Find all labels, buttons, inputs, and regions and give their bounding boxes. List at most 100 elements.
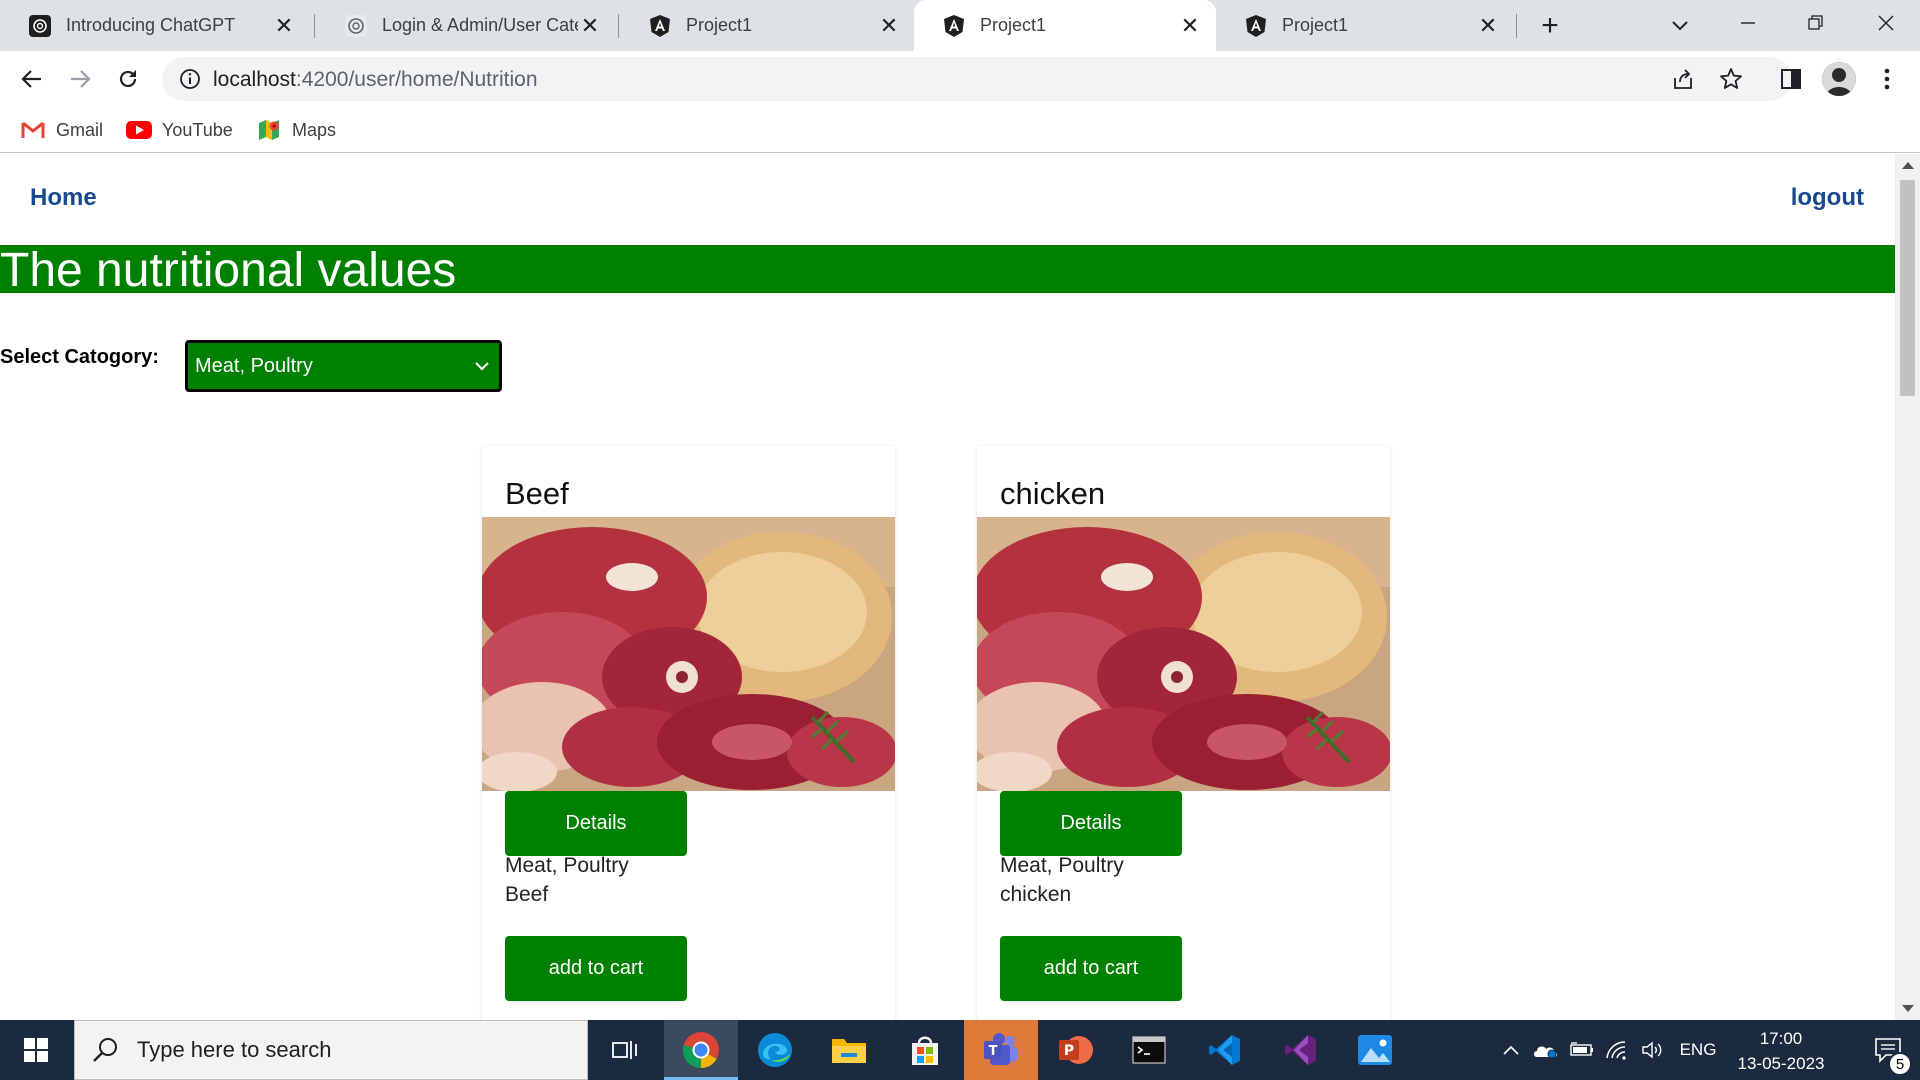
tab-introducing-chatgpt[interactable]: Introducing ChatGPT ✕ <box>0 0 310 51</box>
taskbar-clock[interactable]: 17:00 13-05-2023 <box>1726 1026 1836 1076</box>
new-tab-plus-icon[interactable]: + <box>1532 8 1568 44</box>
angular-icon <box>942 14 966 38</box>
minimize-icon[interactable] <box>1714 0 1782 46</box>
photos-taskbar-icon[interactable] <box>1338 1020 1412 1080</box>
nav-logout-link[interactable]: logout <box>1791 184 1864 212</box>
close-icon[interactable]: ✕ <box>877 13 901 38</box>
close-icon[interactable]: ✕ <box>1476 13 1500 38</box>
nav-home-link[interactable]: Home <box>30 184 97 212</box>
windows-taskbar: Type here to search T P ENG 17:00 13-05-… <box>0 1020 1920 1080</box>
tab-login-admin[interactable]: Login & Admin/User Cate ✕ <box>316 0 616 51</box>
tray-overflow-chevron-icon[interactable] <box>1496 1020 1526 1080</box>
battery-icon[interactable] <box>1566 1020 1596 1080</box>
notifications-icon[interactable]: 5 <box>1856 1020 1920 1080</box>
card-item-name: Beef <box>505 883 549 906</box>
category-select-value: Meat, Poultry <box>195 355 313 377</box>
card-item-name: chicken <box>1000 883 1072 906</box>
bookmark-gmail[interactable]: Gmail <box>20 116 103 144</box>
angular-icon <box>648 14 672 38</box>
page-viewport: Home logout The nutritional values Selec… <box>0 154 1895 1020</box>
url-path: :4200/user/home/Nutrition <box>295 68 538 91</box>
tab-title: Project1 <box>1282 15 1349 35</box>
side-panel-icon[interactable] <box>1774 62 1808 96</box>
tab-project1-b[interactable]: Project1 ✕ <box>1216 0 1514 51</box>
meat-poultry-image <box>977 517 1390 791</box>
close-icon[interactable]: ✕ <box>272 13 296 38</box>
tab-divider <box>314 14 315 38</box>
teams-taskbar-icon[interactable]: T <box>964 1020 1038 1080</box>
tab-search-chevron-icon[interactable] <box>1662 8 1698 44</box>
bookmark-maps[interactable]: Maps <box>256 116 336 144</box>
card-category: Meat, Poultry <box>505 854 629 877</box>
back-arrow-icon[interactable] <box>12 61 52 97</box>
card-title: Beef <box>505 476 569 511</box>
taskbar-search-box[interactable]: Type here to search <box>74 1020 588 1080</box>
chevron-down-icon <box>475 362 489 371</box>
url-text[interactable]: localhost:4200/user/home/Nutrition <box>213 68 538 92</box>
category-select[interactable]: Meat, Poultry <box>185 340 502 392</box>
visual-studio-taskbar-icon[interactable] <box>1264 1020 1338 1080</box>
close-icon[interactable]: ✕ <box>1178 13 1202 38</box>
reload-icon[interactable] <box>108 61 148 97</box>
card-category: Meat, Poultry <box>1000 854 1124 877</box>
openai-icon <box>344 14 368 38</box>
clock-date: 13-05-2023 <box>1737 1054 1825 1073</box>
task-view-icon[interactable] <box>588 1020 662 1080</box>
menu-dots-icon[interactable] <box>1870 62 1904 96</box>
details-button[interactable]: Details <box>1000 791 1182 856</box>
gmail-icon <box>20 120 46 140</box>
tab-title: Login & Admin/User Cate <box>382 15 578 35</box>
bookmarks-bar: Gmail YouTube Maps <box>0 107 1920 153</box>
wifi-icon[interactable] <box>1602 1020 1632 1080</box>
svg-text:P: P <box>1064 1043 1074 1059</box>
category-label: Select Catogory: <box>0 346 159 368</box>
tab-divider <box>618 14 619 38</box>
notification-count-badge: 5 <box>1888 1052 1912 1076</box>
bookmark-youtube[interactable]: YouTube <box>126 116 233 144</box>
profile-avatar[interactable] <box>1822 62 1856 96</box>
site-info-icon[interactable] <box>178 67 202 91</box>
scrollbar-thumb[interactable] <box>1900 180 1915 396</box>
tab-title: Introducing ChatGPT <box>66 15 236 35</box>
edge-taskbar-icon[interactable] <box>738 1020 812 1080</box>
page-scrollbar[interactable] <box>1895 154 1920 1020</box>
card-title: chicken <box>1000 476 1106 511</box>
tab-project1-active[interactable]: Project1 ✕ <box>914 0 1216 51</box>
powerpoint-taskbar-icon[interactable]: P <box>1038 1020 1112 1080</box>
food-card-chicken: chicken Details Meat, Poultry chicken ad… <box>977 446 1390 1020</box>
restore-icon[interactable] <box>1782 0 1850 46</box>
add-to-cart-button[interactable]: add to cart <box>505 936 687 1001</box>
meat-poultry-image <box>482 517 895 791</box>
bookmark-label: YouTube <box>162 119 233 140</box>
file-explorer-icon[interactable] <box>812 1020 886 1080</box>
language-indicator[interactable]: ENG <box>1674 1020 1722 1080</box>
url-host: localhost <box>213 68 296 91</box>
page-title: The nutritional values <box>0 244 457 297</box>
youtube-icon <box>126 120 152 140</box>
windows-start-icon[interactable] <box>0 1020 72 1080</box>
add-to-cart-button[interactable]: add to cart <box>1000 936 1182 1001</box>
volume-icon[interactable] <box>1638 1020 1668 1080</box>
onedrive-icon[interactable] <box>1530 1020 1560 1080</box>
taskbar-search-placeholder: Type here to search <box>137 1037 332 1062</box>
scroll-up-arrow-icon[interactable] <box>1902 162 1914 169</box>
scroll-down-arrow-icon[interactable] <box>1902 1005 1914 1012</box>
bookmark-label: Gmail <box>56 119 104 140</box>
angular-icon <box>1244 14 1268 38</box>
clock-time: 17:00 <box>1759 1029 1803 1048</box>
food-card-beef: Beef Details Meat, Poultry Beef add to c… <box>482 446 895 1020</box>
tab-project1-a[interactable]: Project1 ✕ <box>620 0 915 51</box>
microsoft-store-icon[interactable] <box>888 1020 962 1080</box>
details-button[interactable]: Details <box>505 791 687 856</box>
vscode-taskbar-icon[interactable] <box>1188 1020 1262 1080</box>
search-icon <box>93 1038 117 1062</box>
terminal-taskbar-icon[interactable] <box>1112 1020 1186 1080</box>
share-icon[interactable] <box>1671 67 1695 91</box>
close-icon[interactable]: ✕ <box>578 13 602 38</box>
address-bar[interactable]: localhost:4200/user/home/Nutrition <box>162 57 1792 101</box>
chrome-taskbar-icon[interactable] <box>664 1020 738 1080</box>
forward-arrow-icon[interactable] <box>60 61 100 97</box>
bookmark-star-icon[interactable] <box>1719 67 1743 91</box>
bookmark-label: Maps <box>292 119 337 140</box>
window-close-icon[interactable] <box>1852 0 1920 46</box>
